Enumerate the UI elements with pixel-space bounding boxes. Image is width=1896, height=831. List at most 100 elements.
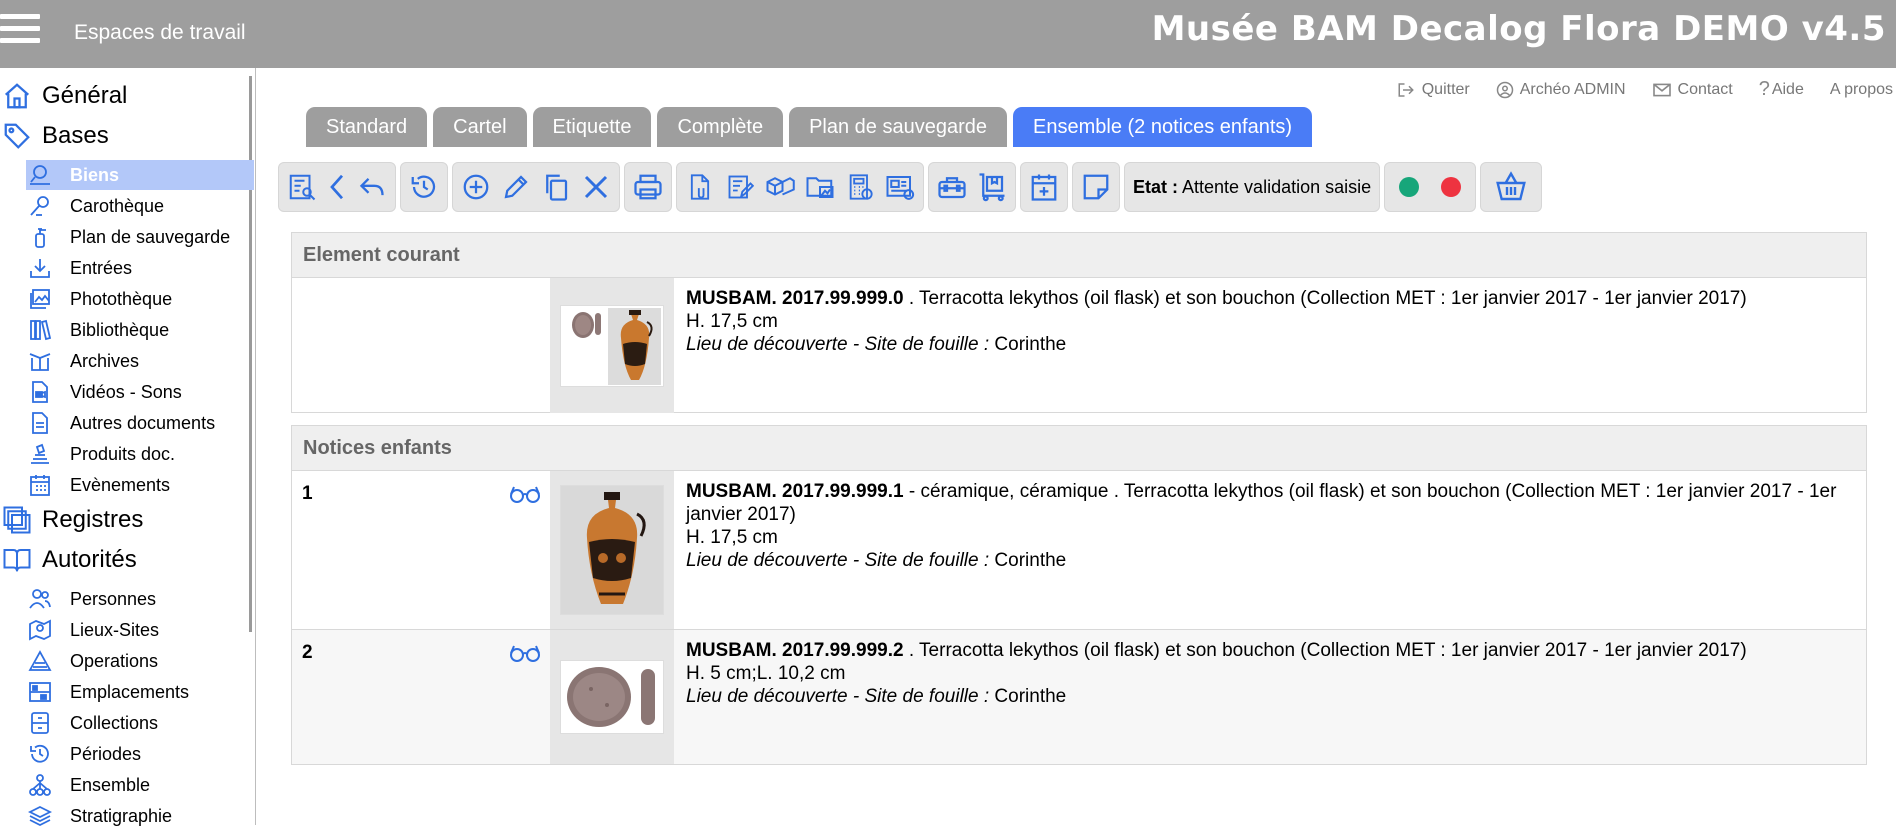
sidebar-item-lieux-sites[interactable]: Lieux-Sites: [26, 615, 254, 645]
print-button[interactable]: [628, 165, 668, 209]
toolbox-button[interactable]: [932, 165, 972, 209]
row-title-line: MUSBAM. 2017.99.999.1 - céramique, céram…: [686, 480, 1856, 526]
toolbar-group-basket: [1480, 162, 1543, 212]
sidebar-item-entrees[interactable]: Entrées: [26, 253, 254, 283]
sidebar-group-general[interactable]: Général: [0, 78, 127, 114]
contact-label: Contact: [1677, 80, 1733, 98]
add-event-button[interactable]: [1024, 165, 1064, 209]
row-thumbnail[interactable]: [560, 485, 664, 615]
place-label: Lieu de découverte - Site de fouille :: [686, 334, 990, 355]
sidebar-item-label: Bibliothèque: [70, 319, 170, 340]
sidebar-item-carotheque[interactable]: Carothèque: [26, 191, 254, 221]
toolbar-group-movements: [928, 162, 1016, 212]
edit-button[interactable]: [496, 165, 536, 209]
current-element-desc: . Terracotta lekythos (oil flask) et son…: [903, 288, 1747, 309]
search-list-button[interactable]: [282, 165, 322, 209]
attach-file-button[interactable]: [680, 165, 720, 209]
sidebar-item-label: Vidéos - Sons: [70, 381, 182, 402]
sidebar-item-bibliotheque[interactable]: Bibliothèque: [26, 315, 254, 345]
tab-etiquette[interactable]: Etiquette: [532, 107, 652, 147]
place-label: Lieu de découverte - Site de fouille :: [686, 550, 990, 571]
row-ref[interactable]: MUSBAM. 2017.99.999.1: [686, 481, 904, 502]
add-button[interactable]: [456, 165, 496, 209]
sidebar-item-personnes[interactable]: Personnes: [26, 584, 254, 614]
calculator-button[interactable]: [840, 165, 880, 209]
help-label: Aide: [1771, 80, 1804, 98]
sidebar-item-produits-doc[interactable]: Produits doc.: [26, 439, 254, 469]
sidebar-item-phototheque[interactable]: Photothèque: [26, 284, 254, 314]
row-ref[interactable]: MUSBAM. 2017.99.999.2: [686, 640, 904, 661]
reply-icon: [359, 178, 384, 196]
back-button[interactable]: [352, 165, 392, 209]
current-element-thumbnail[interactable]: [560, 305, 664, 387]
sidebar-item-plan-de-sauvegarde[interactable]: Plan de sauvegarde: [26, 222, 254, 252]
hamburger-menu-icon[interactable]: [0, 14, 42, 48]
image-folder-button[interactable]: [800, 165, 840, 209]
delete-button[interactable]: [576, 165, 616, 209]
notes-button[interactable]: [720, 165, 760, 209]
notes-edit-icon: [728, 175, 754, 199]
reject-red-button[interactable]: [1441, 177, 1462, 197]
boxes-button[interactable]: [760, 165, 800, 209]
tab-standard[interactable]: Standard: [306, 107, 428, 147]
row-thumbnail[interactable]: [560, 660, 664, 734]
sidebar-item-collections[interactable]: Collections: [26, 708, 254, 738]
sidebar-item-periodes[interactable]: Périodes: [26, 739, 254, 769]
sidebar-item-label: Carothèque: [70, 195, 165, 216]
sidebar-item-evenements[interactable]: Evènements: [26, 470, 254, 500]
open-book-icon: [0, 543, 34, 577]
document-icon: [26, 409, 54, 437]
sidebar-item-label: Lieux-Sites: [70, 619, 160, 640]
sidebar-item-biens[interactable]: Biens: [26, 160, 254, 190]
glasses-icon[interactable]: [509, 484, 541, 509]
open-box-icon: [26, 347, 54, 375]
view-tabs: Standard Cartel Etiquette Complète Plan …: [306, 107, 1318, 147]
quit-link[interactable]: Quitter: [1396, 78, 1470, 101]
news-button[interactable]: [880, 165, 920, 209]
place-value: Corinthe: [989, 334, 1067, 355]
transport-button[interactable]: [972, 165, 1012, 209]
basket-button[interactable]: [1484, 165, 1538, 209]
current-element-description: MUSBAM. 2017.99.999.0 . Terracotta lekyt…: [686, 287, 1856, 356]
sidebar-group-registres[interactable]: Registres: [0, 502, 143, 538]
row-dims: H. 5 cm;L. 10,2 cm: [686, 663, 846, 684]
sidebar-item-operations[interactable]: Operations: [26, 646, 254, 676]
sidebar-item-videos-sons[interactable]: Vidéos - Sons: [26, 377, 254, 407]
sidebar-item-archives[interactable]: Archives: [26, 346, 254, 376]
duplicate-button[interactable]: [536, 165, 576, 209]
contact-link[interactable]: Contact: [1652, 78, 1733, 101]
sidebar-item-stratigraphie[interactable]: Stratigraphie: [26, 801, 254, 831]
user-link[interactable]: Archéo ADMIN: [1496, 78, 1626, 101]
sidebar-item-ensemble[interactable]: Ensemble: [26, 770, 254, 800]
toolbar-group-navigation: [278, 162, 396, 212]
sidebar-group-label: Bases: [42, 122, 109, 149]
glasses-icon[interactable]: [509, 643, 541, 668]
validate-green-button[interactable]: [1399, 177, 1420, 197]
tab-cartel[interactable]: Cartel: [433, 107, 527, 147]
sidebar-group-autorites[interactable]: Autorités: [0, 542, 137, 578]
tab-plan-de-sauvegarde[interactable]: Plan de sauvegarde: [789, 107, 1008, 147]
previous-button[interactable]: [322, 165, 352, 209]
tab-ensemble[interactable]: Ensemble (2 notices enfants): [1013, 107, 1313, 147]
sidebar-item-label: Périodes: [70, 743, 142, 764]
workspaces-link[interactable]: Espaces de travail: [74, 21, 246, 45]
sidebar-group-bases[interactable]: Bases: [0, 118, 109, 154]
copy-icon: [546, 174, 568, 201]
sticky-note-icon: [1083, 174, 1109, 200]
stack-icon: [26, 440, 54, 468]
current-element-ref[interactable]: MUSBAM. 2017.99.999.0: [686, 288, 904, 309]
sticky-note-button[interactable]: [1076, 165, 1116, 209]
current-element-header: Element courant: [292, 233, 1866, 278]
help-link[interactable]: ? Aide: [1759, 78, 1804, 101]
about-link[interactable]: A propos: [1830, 78, 1893, 101]
status-label: Etat :: [1133, 176, 1178, 197]
sidebar-item-autres-documents[interactable]: Autres documents: [26, 408, 254, 438]
sidebar-item-emplacements[interactable]: Emplacements: [26, 677, 254, 707]
file-attach-icon: [690, 174, 710, 200]
tag-icon: [0, 119, 34, 153]
tab-complete[interactable]: Complète: [657, 107, 784, 147]
place-value: Corinthe: [989, 550, 1067, 571]
sidebar-item-label: Evènements: [70, 474, 171, 495]
newspaper-icon: [886, 176, 915, 200]
history-button[interactable]: [404, 165, 444, 209]
